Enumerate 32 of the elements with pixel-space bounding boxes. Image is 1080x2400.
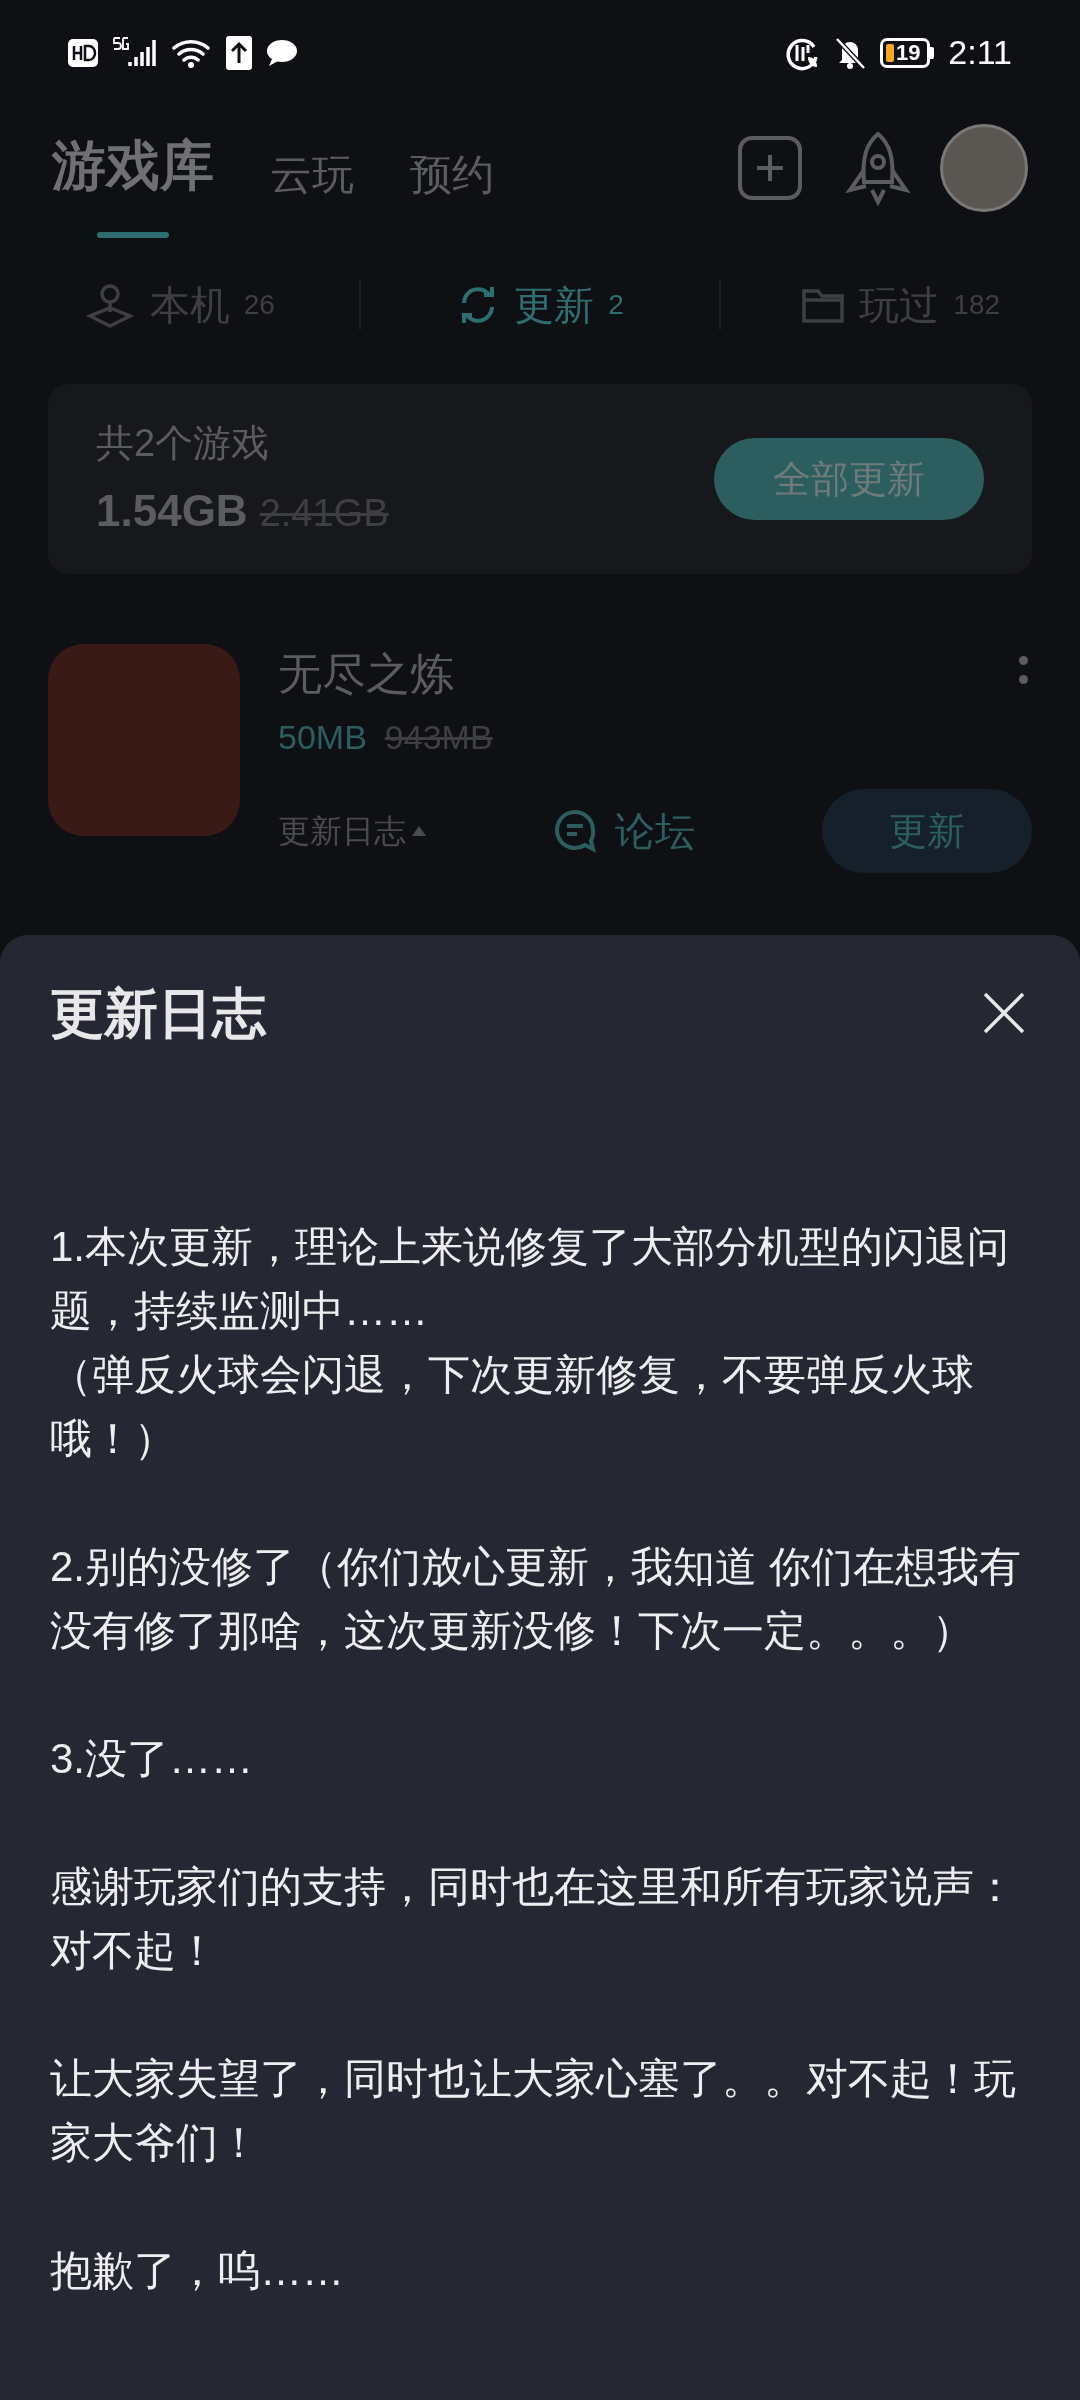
download-size: 50MB — [278, 717, 367, 758]
top-tab[interactable]: 预约 — [410, 143, 494, 210]
update-button[interactable]: 更新 — [822, 789, 1032, 873]
close-icon[interactable] — [982, 991, 1026, 1035]
chat-icon — [553, 808, 599, 854]
forum-link[interactable]: 论坛 — [553, 801, 695, 861]
top-tab[interactable]: 游戏库 — [52, 125, 214, 210]
hd-icon — [68, 38, 98, 67]
bell-muted-icon — [834, 35, 867, 70]
sheet-title: 更新日志 — [50, 981, 266, 1045]
top-tab[interactable]: 云玩 — [270, 143, 354, 210]
folder-icon — [801, 286, 846, 324]
caret-icon — [412, 826, 426, 836]
add-icon[interactable] — [738, 135, 802, 200]
changelog-paragraph: 让大家失望了，同时也让大家心塞了。。对不起！玩家大爷们！ — [50, 2054, 1017, 2168]
changelog-paragraph: 感谢玩家们的支持，同时也在这里和所有玩家说声：对不起！ — [50, 1862, 1017, 1976]
joystick-icon — [83, 282, 136, 328]
changelog-paragraph: 2.别的没修了（你们放心更新，我知道 你们在想我有没有修了那啥，这次更新没修！下次一定。。。） — [50, 1542, 1022, 1656]
update-all-button[interactable]: 全部更新 — [714, 438, 984, 520]
clock-time: 2:11 — [948, 32, 1012, 73]
tab-indicator — [97, 232, 169, 238]
chat-bubble-icon — [266, 38, 298, 67]
changelog-paragraph: 抱歉了，呜…… — [50, 2246, 345, 2296]
download-size: 1.54GB — [96, 484, 248, 537]
game-title: 无尽之炼 — [278, 648, 455, 700]
battery-indicator: 19 — [880, 37, 935, 68]
filter-tab[interactable]: 更新 2 — [360, 275, 720, 335]
changelog-toggle[interactable]: 更新日志 — [278, 807, 426, 855]
upload-icon — [226, 35, 252, 70]
changelog-paragraph: 3.没了…… — [50, 1734, 255, 1784]
game-count-text: 共2个游戏 — [96, 420, 271, 466]
changelog-paragraph: 1.本次更新，理论上来说修复了大部分机型的闪退问题，持续监测中…… （弹反火球会闪退，下次更新修复，不要弹反火球哦！） — [50, 1222, 1011, 1464]
